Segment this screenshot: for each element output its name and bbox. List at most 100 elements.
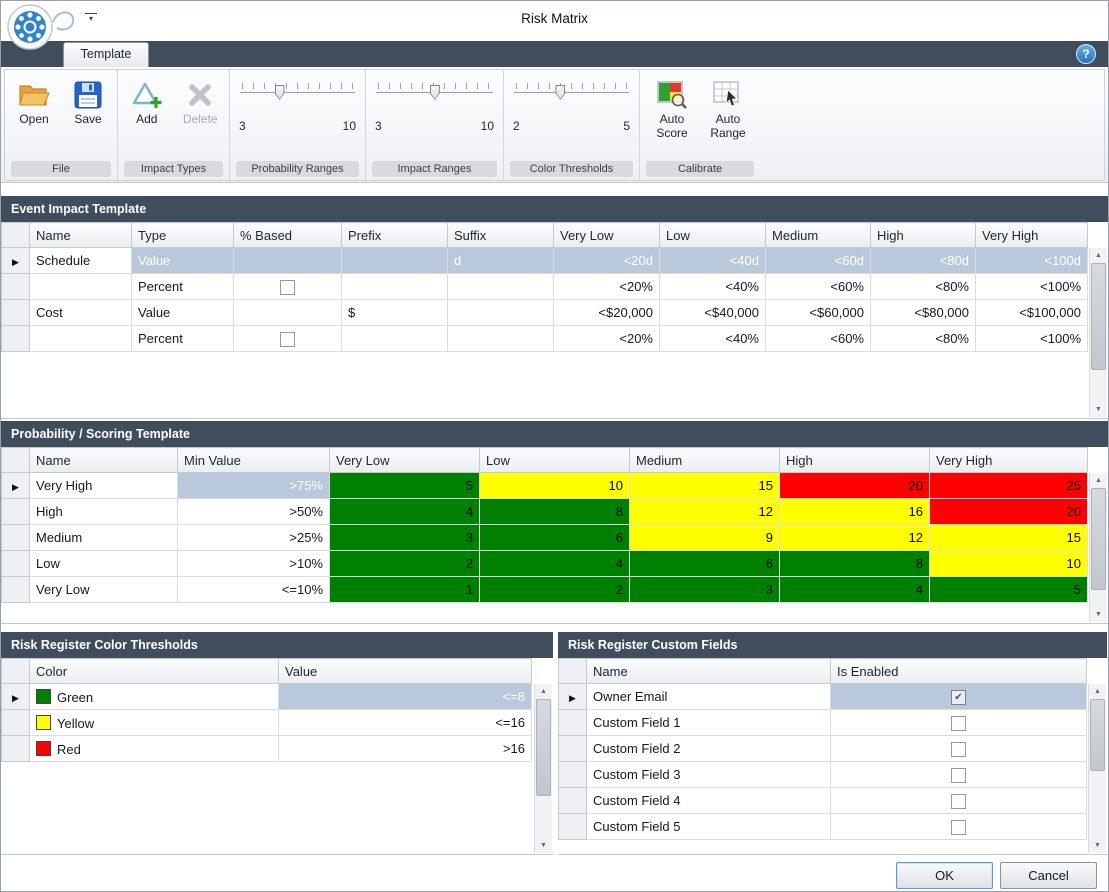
column-header-value[interactable]: Value (279, 659, 532, 684)
scrollbar-thumb[interactable] (1091, 263, 1106, 370)
vertical-scrollbar[interactable] (1088, 684, 1106, 853)
column-header-low[interactable]: Low (480, 448, 630, 473)
column-header-high[interactable]: High (780, 448, 930, 473)
table-row[interactable]: Custom Field 4 (559, 788, 1087, 814)
checkbox-cell[interactable] (831, 684, 1087, 710)
grid-cell[interactable] (342, 274, 448, 300)
table-row[interactable]: Very High >75% 5 10 15 20 25 (2, 473, 1088, 499)
score-cell[interactable]: 10 (480, 473, 630, 499)
score-cell[interactable]: 2 (330, 551, 480, 577)
score-cell[interactable]: 6 (480, 525, 630, 551)
score-cell[interactable]: 6 (630, 551, 780, 577)
row-selector-cell[interactable] (2, 684, 30, 710)
grid-cell[interactable] (448, 326, 554, 352)
grid-cell[interactable]: Value (132, 248, 234, 274)
color-thresholds-slider-thumb[interactable] (555, 85, 565, 100)
column-header-name[interactable]: Name (587, 659, 831, 684)
grid-cell[interactable]: >50% (178, 499, 330, 525)
grid-cell[interactable]: Custom Field 4 (587, 788, 831, 814)
table-row[interactable]: Percent <20% <40% <60% <80% <100% (2, 326, 1088, 352)
row-selector-cell[interactable] (2, 551, 30, 577)
row-selector-cell[interactable] (2, 248, 30, 274)
grid-cell[interactable]: <80% (871, 326, 976, 352)
scroll-up-icon[interactable] (1090, 684, 1105, 699)
scroll-down-icon[interactable] (1091, 402, 1106, 417)
checkbox-cell[interactable] (234, 274, 342, 300)
vertical-scrollbar[interactable] (534, 684, 552, 853)
table-row[interactable]: Yellow <=16 (2, 710, 532, 736)
row-selector-cell[interactable] (559, 684, 587, 710)
grid-cell[interactable] (30, 326, 132, 352)
score-cell[interactable]: 4 (330, 499, 480, 525)
is-enabled-checkbox[interactable] (951, 742, 966, 757)
scroll-down-icon[interactable] (1091, 607, 1106, 622)
row-selector-cell[interactable] (2, 710, 30, 736)
grid-cell[interactable]: <100d (976, 248, 1088, 274)
row-selector-cell[interactable] (2, 736, 30, 762)
impact-ranges-slider[interactable] (376, 79, 493, 105)
grid-cell[interactable]: Custom Field 5 (587, 814, 831, 840)
column-header-very-low[interactable]: Very Low (330, 448, 480, 473)
grid-cell[interactable]: <20d (554, 248, 660, 274)
column-header-name[interactable]: Name (30, 448, 178, 473)
grid-cell[interactable]: <80% (871, 274, 976, 300)
table-row[interactable]: Schedule Value d <20d <40d <60d <80d <10… (2, 248, 1088, 274)
color-thresholds-slider[interactable] (514, 79, 629, 105)
grid-cell[interactable]: <60% (766, 326, 871, 352)
table-row[interactable]: Custom Field 5 (559, 814, 1087, 840)
score-cell[interactable]: 20 (780, 473, 930, 499)
scroll-up-icon[interactable] (1091, 473, 1106, 488)
score-cell[interactable]: 5 (930, 577, 1088, 603)
is-enabled-checkbox[interactable] (951, 794, 966, 809)
grid-cell[interactable]: Low (30, 551, 178, 577)
row-selector-cell[interactable] (2, 326, 30, 352)
grid-cell[interactable]: <$80,000 (871, 300, 976, 326)
score-cell[interactable]: 25 (930, 473, 1088, 499)
table-row[interactable]: Medium >25% 3 6 9 12 15 (2, 525, 1088, 551)
scrollbar-thumb[interactable] (1090, 699, 1105, 771)
score-cell[interactable]: 20 (930, 499, 1088, 525)
value-cell[interactable]: >16 (279, 736, 532, 762)
grid-cell[interactable]: >75% (178, 473, 330, 499)
impact-slider-thumb[interactable] (430, 85, 440, 100)
open-button[interactable]: Open (11, 73, 57, 161)
grid-cell[interactable]: Custom Field 1 (587, 710, 831, 736)
score-cell[interactable]: 3 (630, 577, 780, 603)
color-cell[interactable]: Green (30, 684, 279, 710)
grid-cell[interactable]: Custom Field 2 (587, 736, 831, 762)
row-selector-cell[interactable] (2, 274, 30, 300)
score-cell[interactable]: 10 (930, 551, 1088, 577)
row-selector-cell[interactable] (2, 499, 30, 525)
save-button[interactable]: Save (65, 73, 111, 161)
table-row[interactable]: Custom Field 1 (559, 710, 1087, 736)
row-selector-cell[interactable] (559, 762, 587, 788)
color-cell[interactable]: Red (30, 736, 279, 762)
grid-cell[interactable]: <20% (554, 326, 660, 352)
grid-cell[interactable]: Very Low (30, 577, 178, 603)
column-header-type[interactable]: Type (132, 223, 234, 248)
row-selector-cell[interactable] (559, 788, 587, 814)
checkbox-cell[interactable] (831, 736, 1087, 762)
grid-cell[interactable] (342, 248, 448, 274)
score-cell[interactable]: 12 (630, 499, 780, 525)
value-cell[interactable]: <=8 (279, 684, 532, 710)
grid-cell[interactable]: Custom Field 3 (587, 762, 831, 788)
color-cell[interactable]: Yellow (30, 710, 279, 736)
ok-button[interactable]: OK (896, 862, 993, 889)
grid-cell[interactable]: Value (132, 300, 234, 326)
grid-cell[interactable]: Percent (132, 274, 234, 300)
vertical-scrollbar[interactable] (1089, 248, 1107, 417)
column-header-name[interactable]: Name (30, 223, 132, 248)
grid-cell[interactable] (234, 300, 342, 326)
grid-cell[interactable]: Owner Email (587, 684, 831, 710)
scroll-up-icon[interactable] (536, 684, 551, 699)
column-header-medium[interactable]: Medium (630, 448, 780, 473)
app-logo-icon[interactable] (7, 4, 53, 50)
grid-cell[interactable] (342, 326, 448, 352)
grid-cell[interactable]: Very High (30, 473, 178, 499)
grid-cell[interactable]: <100% (976, 326, 1088, 352)
score-cell[interactable]: 4 (780, 577, 930, 603)
grid-cell[interactable]: d (448, 248, 554, 274)
probability-ranges-slider[interactable] (240, 79, 355, 105)
column-header-color[interactable]: Color (30, 659, 279, 684)
